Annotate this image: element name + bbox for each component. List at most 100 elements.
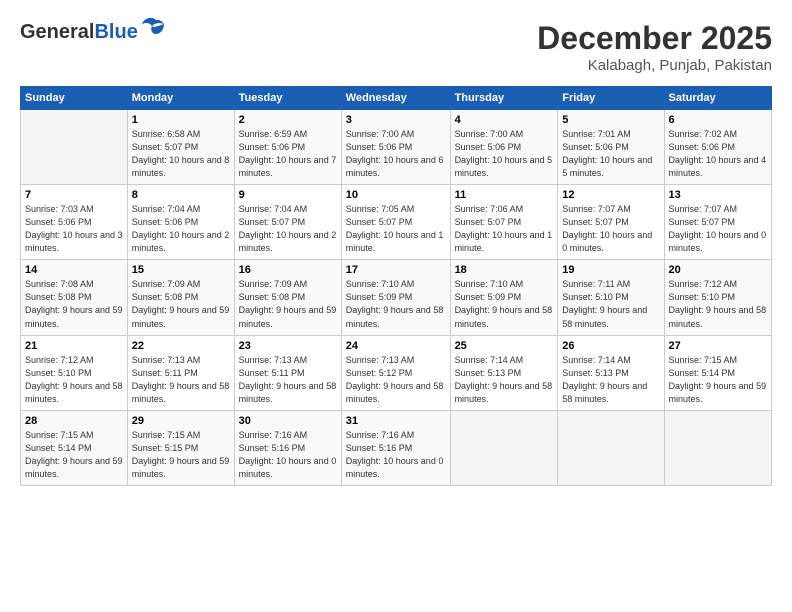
day-cell: 26 Sunrise: 7:14 AMSunset: 5:13 PMDayligh… bbox=[558, 335, 664, 410]
day-cell bbox=[450, 410, 558, 485]
day-info: Sunrise: 7:09 AMSunset: 5:08 PMDaylight:… bbox=[239, 278, 337, 330]
day-cell: 12Sunrise: 7:07 AMSunset: 5:07 PMDayligh… bbox=[558, 185, 664, 260]
day-cell: 13 Sunrise: 7:07 AMSunset: 5:07 PMDayligh… bbox=[664, 185, 771, 260]
day-info: Sunrise: 7:13 AMSunset: 5:11 PMDaylight:… bbox=[132, 354, 230, 406]
day-number: 31 bbox=[346, 415, 446, 427]
day-number: 18 bbox=[455, 264, 554, 276]
day-info: Sunrise: 7:14 AMSunset: 5:13 PMDaylight:… bbox=[455, 354, 554, 406]
day-info: Sunrise: 7:13 AMSunset: 5:12 PMDaylight:… bbox=[346, 354, 446, 406]
day-number: 3 bbox=[346, 114, 446, 126]
day-number: 8 bbox=[132, 189, 230, 201]
week-row-2: 7 Sunrise: 7:03 AMSunset: 5:06 PMDaylight… bbox=[21, 185, 772, 260]
day-number: 17 bbox=[346, 264, 446, 276]
day-cell: 18 Sunrise: 7:10 AMSunset: 5:09 PMDayligh… bbox=[450, 260, 558, 335]
day-info: Sunrise: 7:16 AMSunset: 5:16 PMDaylight:… bbox=[346, 429, 446, 481]
day-cell: 6Sunrise: 7:02 AMSunset: 5:06 PMDaylight… bbox=[664, 110, 771, 185]
day-info: Sunrise: 7:14 AMSunset: 5:13 PMDaylight:… bbox=[562, 354, 659, 406]
day-number: 11 bbox=[455, 189, 554, 201]
day-info: Sunrise: 7:01 AMSunset: 5:06 PMDaylight:… bbox=[562, 128, 659, 180]
day-cell: 11 Sunrise: 7:06 AMSunset: 5:07 PMDayligh… bbox=[450, 185, 558, 260]
day-number: 9 bbox=[239, 189, 337, 201]
day-cell: 17 Sunrise: 7:10 AMSunset: 5:09 PMDayligh… bbox=[341, 260, 450, 335]
day-info: Sunrise: 6:58 AMSunset: 5:07 PMDaylight:… bbox=[132, 128, 230, 180]
col-header-tuesday: Tuesday bbox=[234, 87, 341, 110]
day-number: 23 bbox=[239, 340, 337, 352]
calendar-table: SundayMondayTuesdayWednesdayThursdayFrid… bbox=[20, 86, 772, 486]
logo: GeneralBlue bbox=[20, 20, 170, 43]
day-info: Sunrise: 7:09 AMSunset: 5:08 PMDaylight:… bbox=[132, 278, 230, 330]
day-info: Sunrise: 7:16 AMSunset: 5:16 PMDaylight:… bbox=[239, 429, 337, 481]
day-info: Sunrise: 7:07 AMSunset: 5:07 PMDaylight:… bbox=[669, 203, 767, 255]
day-number: 2 bbox=[239, 114, 337, 126]
day-cell: 3 Sunrise: 7:00 AMSunset: 5:06 PMDaylight… bbox=[341, 110, 450, 185]
day-info: Sunrise: 7:03 AMSunset: 5:06 PMDaylight:… bbox=[25, 203, 123, 255]
day-info: Sunrise: 7:15 AMSunset: 5:15 PMDaylight:… bbox=[132, 429, 230, 481]
day-cell: 15 Sunrise: 7:09 AMSunset: 5:08 PMDayligh… bbox=[127, 260, 234, 335]
logo-general: GeneralBlue bbox=[20, 21, 138, 43]
day-number: 21 bbox=[25, 340, 123, 352]
day-number: 13 bbox=[669, 189, 767, 201]
week-row-1: 1Sunrise: 6:58 AMSunset: 5:07 PMDaylight… bbox=[21, 110, 772, 185]
day-info: Sunrise: 7:00 AMSunset: 5:06 PMDaylight:… bbox=[346, 128, 446, 180]
location: Kalabagh, Punjab, Pakistan bbox=[537, 57, 772, 74]
day-cell: 16 Sunrise: 7:09 AMSunset: 5:08 PMDayligh… bbox=[234, 260, 341, 335]
day-cell: 31 Sunrise: 7:16 AMSunset: 5:16 PMDayligh… bbox=[341, 410, 450, 485]
col-header-thursday: Thursday bbox=[450, 87, 558, 110]
day-info: Sunrise: 7:13 AMSunset: 5:11 PMDaylight:… bbox=[239, 354, 337, 406]
col-header-monday: Monday bbox=[127, 87, 234, 110]
day-number: 28 bbox=[25, 415, 123, 427]
day-number: 20 bbox=[669, 264, 767, 276]
day-info: Sunrise: 7:04 AMSunset: 5:06 PMDaylight:… bbox=[132, 203, 230, 255]
day-cell: 7 Sunrise: 7:03 AMSunset: 5:06 PMDaylight… bbox=[21, 185, 128, 260]
day-cell: 4Sunrise: 7:00 AMSunset: 5:06 PMDaylight… bbox=[450, 110, 558, 185]
day-cell: 27Sunrise: 7:15 AMSunset: 5:14 PMDayligh… bbox=[664, 335, 771, 410]
week-row-4: 21 Sunrise: 7:12 AMSunset: 5:10 PMDayligh… bbox=[21, 335, 772, 410]
title-area: December 2025 Kalabagh, Punjab, Pakistan bbox=[537, 20, 772, 74]
col-header-friday: Friday bbox=[558, 87, 664, 110]
day-cell bbox=[21, 110, 128, 185]
day-cell: 19Sunrise: 7:11 AMSunset: 5:10 PMDayligh… bbox=[558, 260, 664, 335]
day-number: 6 bbox=[669, 114, 767, 126]
day-number: 26 bbox=[562, 340, 659, 352]
page: GeneralBlue December 2025 Kalabagh, Punj… bbox=[0, 0, 792, 612]
day-info: Sunrise: 7:08 AMSunset: 5:08 PMDaylight:… bbox=[25, 278, 123, 330]
day-info: Sunrise: 7:12 AMSunset: 5:10 PMDaylight:… bbox=[25, 354, 123, 406]
day-number: 15 bbox=[132, 264, 230, 276]
day-number: 30 bbox=[239, 415, 337, 427]
day-number: 5 bbox=[562, 114, 659, 126]
logo-bird-icon bbox=[142, 16, 170, 43]
day-info: Sunrise: 7:06 AMSunset: 5:07 PMDaylight:… bbox=[455, 203, 554, 255]
month-title: December 2025 bbox=[537, 20, 772, 57]
header: GeneralBlue December 2025 Kalabagh, Punj… bbox=[20, 20, 772, 74]
day-info: Sunrise: 7:15 AMSunset: 5:14 PMDaylight:… bbox=[25, 429, 123, 481]
col-header-sunday: Sunday bbox=[21, 87, 128, 110]
day-info: Sunrise: 7:10 AMSunset: 5:09 PMDaylight:… bbox=[455, 278, 554, 330]
day-info: Sunrise: 7:10 AMSunset: 5:09 PMDaylight:… bbox=[346, 278, 446, 330]
day-number: 16 bbox=[239, 264, 337, 276]
day-cell: 5 Sunrise: 7:01 AMSunset: 5:06 PMDaylight… bbox=[558, 110, 664, 185]
day-cell: 23 Sunrise: 7:13 AMSunset: 5:11 PMDayligh… bbox=[234, 335, 341, 410]
day-cell: 8 Sunrise: 7:04 AMSunset: 5:06 PMDaylight… bbox=[127, 185, 234, 260]
day-info: Sunrise: 7:05 AMSunset: 5:07 PMDaylight:… bbox=[346, 203, 446, 255]
header-row: SundayMondayTuesdayWednesdayThursdayFrid… bbox=[21, 87, 772, 110]
day-cell bbox=[558, 410, 664, 485]
col-header-saturday: Saturday bbox=[664, 87, 771, 110]
day-number: 24 bbox=[346, 340, 446, 352]
day-info: Sunrise: 7:12 AMSunset: 5:10 PMDaylight:… bbox=[669, 278, 767, 330]
day-cell: 22 Sunrise: 7:13 AMSunset: 5:11 PMDayligh… bbox=[127, 335, 234, 410]
day-cell: 24 Sunrise: 7:13 AMSunset: 5:12 PMDayligh… bbox=[341, 335, 450, 410]
col-header-wednesday: Wednesday bbox=[341, 87, 450, 110]
day-info: Sunrise: 7:00 AMSunset: 5:06 PMDaylight:… bbox=[455, 128, 554, 180]
week-row-3: 14Sunrise: 7:08 AMSunset: 5:08 PMDayligh… bbox=[21, 260, 772, 335]
day-number: 22 bbox=[132, 340, 230, 352]
day-number: 27 bbox=[669, 340, 767, 352]
day-cell: 10Sunrise: 7:05 AMSunset: 5:07 PMDayligh… bbox=[341, 185, 450, 260]
day-cell: 21 Sunrise: 7:12 AMSunset: 5:10 PMDayligh… bbox=[21, 335, 128, 410]
day-info: Sunrise: 7:07 AMSunset: 5:07 PMDaylight:… bbox=[562, 203, 659, 255]
day-info: Sunrise: 7:04 AMSunset: 5:07 PMDaylight:… bbox=[239, 203, 337, 255]
day-cell: 20 Sunrise: 7:12 AMSunset: 5:10 PMDayligh… bbox=[664, 260, 771, 335]
day-cell bbox=[664, 410, 771, 485]
day-cell: 29Sunrise: 7:15 AMSunset: 5:15 PMDayligh… bbox=[127, 410, 234, 485]
day-number: 7 bbox=[25, 189, 123, 201]
day-cell: 25Sunrise: 7:14 AMSunset: 5:13 PMDayligh… bbox=[450, 335, 558, 410]
